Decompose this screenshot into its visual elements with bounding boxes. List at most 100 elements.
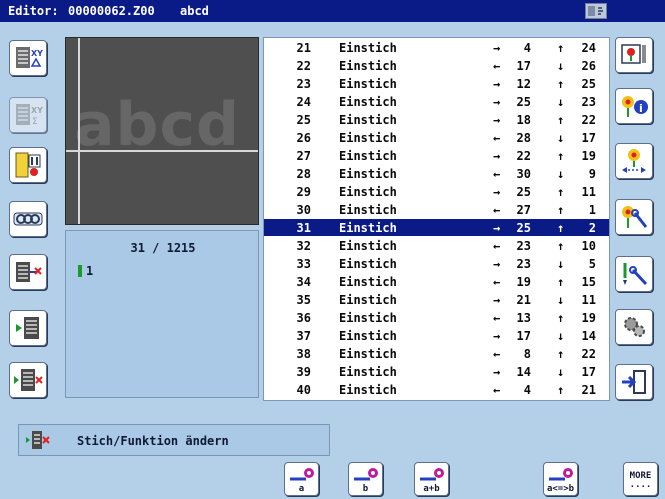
stitch-function: Einstich: [339, 185, 397, 199]
stitch-number: 21: [296, 41, 311, 55]
stitch-chain-button[interactable]: [9, 201, 47, 237]
stitch-row[interactable]: 27 Einstich → 22 ↑ 19: [264, 147, 609, 164]
stitch-row[interactable]: 37 Einstich → 17 ↓ 14: [264, 327, 609, 344]
design-view-button[interactable]: [615, 37, 653, 73]
stitch-list[interactable]: 21 Einstich → 4 ↑ 24 22 Einstich ← 17 ↓ 26 23 Einstic…: [263, 37, 610, 401]
stitch-row[interactable]: 35 Einstich → 21 ↓ 11: [264, 291, 609, 308]
x-direction-arrow: ←: [493, 275, 501, 289]
stitch-number: 27: [296, 149, 311, 163]
y-value: 22: [581, 113, 596, 127]
stitch-function: Einstich: [339, 347, 397, 361]
stitch-row[interactable]: 34 Einstich ← 19 ↑ 15: [264, 273, 609, 290]
y-direction-arrow: ↓: [557, 257, 565, 271]
status-bar: Stich/Funktion ändern: [18, 424, 330, 456]
stitch-row[interactable]: 33 Einstich → 23 ↓ 5: [264, 255, 609, 272]
stitch-row[interactable]: 28 Einstich ← 30 ↓ 9: [264, 165, 609, 182]
mark-a-button[interactable]: a: [284, 462, 319, 496]
window-mode-icon[interactable]: [585, 3, 607, 19]
x-value: 28: [516, 131, 531, 145]
stitch-number: 34: [296, 275, 311, 289]
design-info-button[interactable]: i: [615, 88, 653, 124]
stitch-row[interactable]: 36 Einstich ← 13 ↑ 19: [264, 309, 609, 326]
stitch-row[interactable]: 40 Einstich ← 4 ↑ 21: [264, 381, 609, 398]
swap-a-b-button[interactable]: a<=>b: [543, 462, 578, 496]
stitch-function: Einstich: [339, 59, 397, 73]
stitch-row[interactable]: 39 Einstich → 14 ↓ 17: [264, 363, 609, 380]
exit-button[interactable]: [615, 364, 653, 400]
y-value: 26: [581, 59, 596, 73]
replace-stitch-icon: [14, 369, 43, 391]
stitch-function: Einstich: [339, 167, 397, 181]
mark-a-label: a: [298, 484, 305, 494]
y-direction-arrow: ↓: [557, 131, 565, 145]
more-button[interactable]: MORE ....: [623, 462, 658, 496]
machine-tools-button[interactable]: [615, 256, 653, 292]
replace-stitch-button[interactable]: [9, 362, 47, 398]
y-direction-arrow: ↑: [557, 41, 565, 55]
mark-b-label: b: [362, 484, 369, 494]
x-direction-arrow: ←: [493, 311, 501, 325]
y-value: 22: [581, 347, 596, 361]
stitch-row[interactable]: 24 Einstich → 25 ↓ 23: [264, 93, 609, 110]
y-direction-arrow: ↑: [557, 149, 565, 163]
stitch-number: 23: [296, 77, 311, 91]
design-preview[interactable]: abcd: [65, 37, 259, 225]
stitch-number: 37: [296, 329, 311, 343]
insert-stitch-button[interactable]: [9, 310, 47, 346]
flower-wrench-icon: [622, 206, 648, 228]
design-tools-button[interactable]: [615, 199, 653, 235]
stitch-number: 36: [296, 311, 311, 325]
title-design-name: abcd: [180, 4, 209, 18]
stitch-row[interactable]: 22 Einstich ← 17 ↓ 26: [264, 57, 609, 74]
y-direction-arrow: ↑: [557, 239, 565, 253]
x-value: 8: [523, 347, 531, 361]
mark-b-button[interactable]: b: [348, 462, 383, 496]
x-direction-arrow: →: [493, 221, 501, 235]
settings-button[interactable]: [615, 309, 653, 345]
stitch-row[interactable]: 26 Einstich ← 28 ↓ 17: [264, 129, 609, 146]
y-direction-arrow: ↑: [557, 275, 565, 289]
x-value: 17: [516, 329, 531, 343]
y-value: 5: [588, 257, 596, 271]
stitch-number: 40: [296, 383, 311, 397]
stitch-row[interactable]: 23 Einstich → 12 ↑ 25: [264, 75, 609, 92]
stitch-row[interactable]: 29 Einstich → 25 ↑ 11: [264, 183, 609, 200]
delete-stitch-button[interactable]: [9, 254, 47, 290]
x-direction-arrow: →: [493, 113, 501, 127]
y-value: 17: [581, 365, 596, 379]
y-direction-arrow: ↑: [557, 347, 565, 361]
y-value: 14: [581, 329, 596, 343]
y-direction-arrow: ↑: [557, 383, 565, 397]
y-direction-arrow: ↑: [557, 221, 565, 235]
stitch-function: Einstich: [339, 365, 397, 379]
stitch-row[interactable]: 30 Einstich ← 27 ↑ 1: [264, 201, 609, 218]
design-move-button[interactable]: [615, 143, 653, 179]
y-direction-arrow: ↓: [557, 329, 565, 343]
stitch-function: Einstich: [339, 257, 397, 271]
x-value: 13: [516, 311, 531, 325]
mark-a-plus-b-button[interactable]: a+b: [414, 462, 449, 496]
stitch-row[interactable]: 32 Einstich ← 23 ↑ 10: [264, 237, 609, 254]
stitch-function: Einstich: [339, 329, 397, 343]
stitch-function: Einstich: [339, 149, 397, 163]
stitch-number: 35: [296, 293, 311, 307]
needle-config-button[interactable]: [9, 147, 47, 183]
stitch-row[interactable]: 31 Einstich → 25 ↑ 2: [264, 219, 609, 236]
stitch-function: Einstich: [339, 41, 397, 55]
y-value: 17: [581, 131, 596, 145]
stitch-row[interactable]: 25 Einstich → 18 ↑ 22: [264, 111, 609, 128]
x-value: 14: [516, 365, 531, 379]
x-value: 25: [516, 221, 531, 235]
title-bar: Editor: 00000062.Z00 abcd: [0, 0, 665, 22]
xy-sigma-button[interactable]: XY Σ: [9, 97, 47, 133]
y-value: 24: [581, 41, 596, 55]
y-value: 19: [581, 149, 596, 163]
x-value: 18: [516, 113, 531, 127]
stitch-row[interactable]: 38 Einstich ← 8 ↑ 22: [264, 345, 609, 362]
stitch-row[interactable]: 21 Einstich → 4 ↑ 24: [264, 39, 609, 56]
xy-delta-button[interactable]: XY: [9, 40, 47, 76]
title-label: Editor:: [8, 4, 59, 18]
x-direction-arrow: ←: [493, 203, 501, 217]
x-direction-arrow: →: [493, 77, 501, 91]
crosshair-horizontal: [66, 150, 258, 152]
